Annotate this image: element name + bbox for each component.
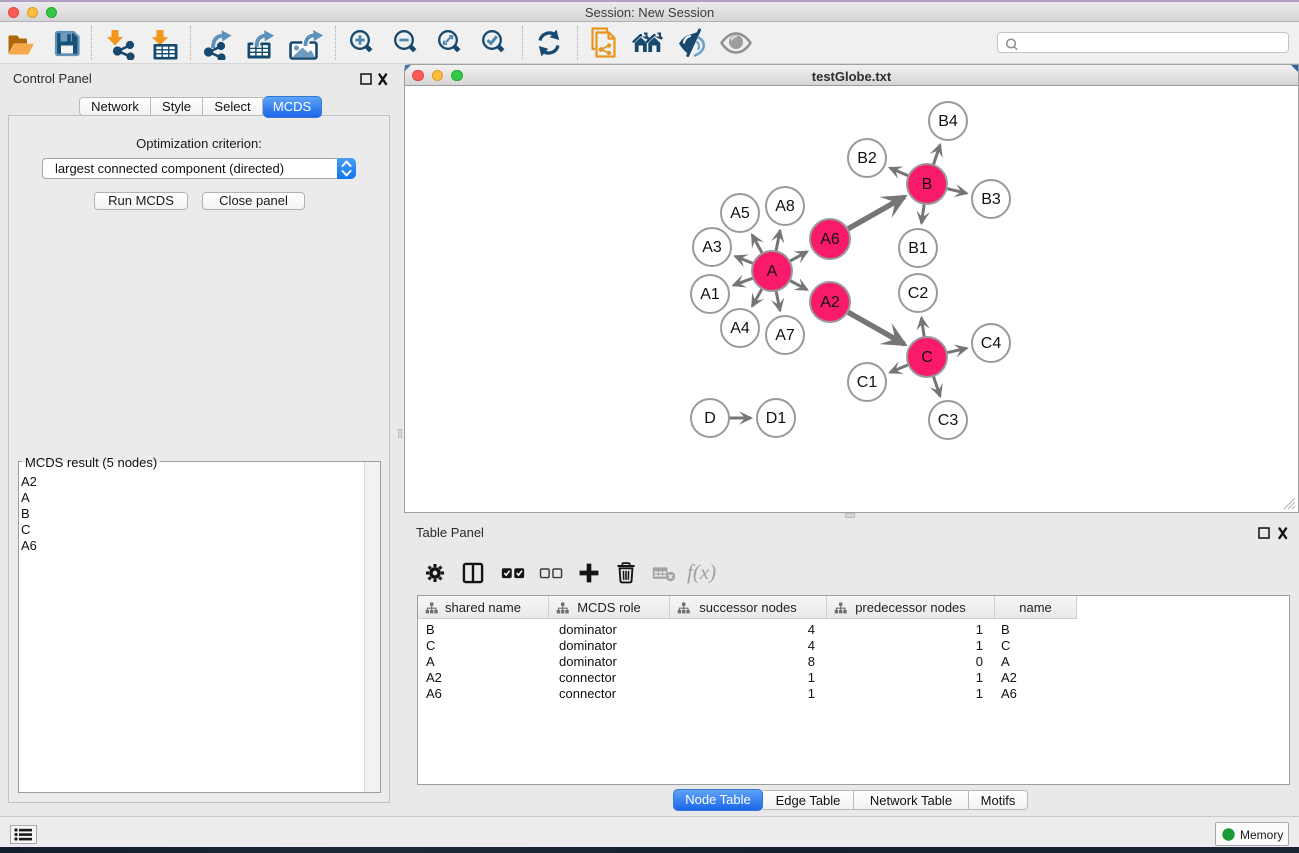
svg-text:A5: A5 [730,205,750,222]
svg-text:B2: B2 [857,150,877,167]
svg-text:A: A [767,263,778,280]
svg-text:B1: B1 [908,240,928,257]
svg-text:A3: A3 [702,239,722,256]
svg-text:C4: C4 [981,335,1002,352]
svg-text:A8: A8 [775,198,795,215]
svg-text:B3: B3 [981,191,1001,208]
svg-text:B4: B4 [938,113,958,130]
svg-text:C3: C3 [938,412,959,429]
svg-text:C: C [921,349,933,366]
svg-text:A2: A2 [820,294,840,311]
svg-text:A6: A6 [820,231,840,248]
svg-text:D1: D1 [766,410,787,427]
svg-text:A1: A1 [700,286,720,303]
svg-text:C2: C2 [908,285,929,302]
svg-text:C1: C1 [857,374,878,391]
svg-text:B: B [922,176,933,193]
svg-text:A7: A7 [775,327,795,344]
svg-text:D: D [704,410,716,427]
svg-text:A4: A4 [730,320,750,337]
